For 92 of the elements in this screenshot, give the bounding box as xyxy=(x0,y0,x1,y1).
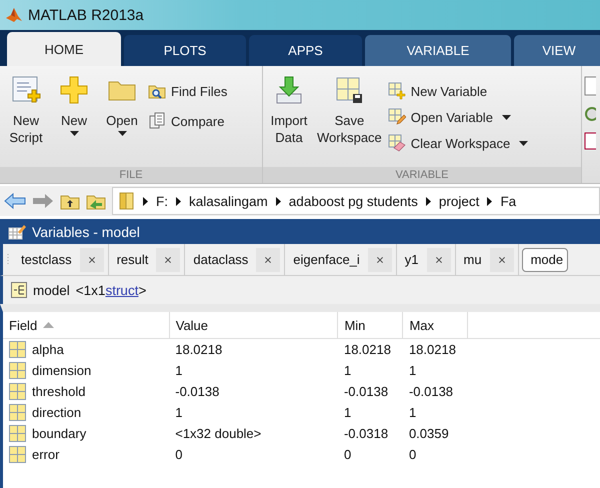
table-cell-text: <1x32 double> xyxy=(174,425,262,443)
field-name: error xyxy=(32,447,60,462)
field-name: threshold xyxy=(32,384,86,399)
table-cell-text: -0.0318 xyxy=(342,425,390,443)
document-icon xyxy=(584,76,596,96)
bracket-text: > xyxy=(138,282,146,298)
toolstrip-button[interactable]: Find Files xyxy=(148,82,228,100)
folder-icon xyxy=(119,191,135,211)
column-header[interactable]: Field xyxy=(3,312,170,338)
path-segment[interactable]: project xyxy=(438,194,480,208)
table-cell-text: 1 xyxy=(408,404,418,422)
field-name: alpha xyxy=(32,342,64,357)
table-cell-text: 0.0359 xyxy=(408,425,450,443)
grid-save-icon xyxy=(336,78,362,103)
ribbon-tab[interactable]: HOME xyxy=(7,32,121,66)
field-name: direction xyxy=(32,405,82,420)
chevron-icon xyxy=(426,196,431,206)
folder-icon xyxy=(108,82,136,100)
table-cell-text: 1 xyxy=(342,362,352,380)
close-icon[interactable] xyxy=(256,248,280,272)
column-header[interactable]: Max xyxy=(402,312,468,338)
struct-icon xyxy=(11,282,27,298)
chevron-icon xyxy=(487,196,492,206)
struct-field-icon xyxy=(9,383,26,400)
toolstrip-button[interactable]: Import Data xyxy=(267,74,311,146)
plus-icon xyxy=(60,76,88,104)
table-cell-text: -0.0138 xyxy=(174,383,220,401)
close-icon[interactable] xyxy=(80,248,104,272)
toolstrip-button[interactable]: Open xyxy=(100,74,144,136)
import-icon xyxy=(276,76,302,104)
toolstrip-button[interactable]: Clear Workspace xyxy=(388,134,528,152)
panel-title: Variables - model xyxy=(32,224,140,240)
table-cell-text: 0 xyxy=(174,446,184,464)
toolstrip-button[interactable]: Compare xyxy=(148,112,228,130)
variable-size: <1x1 xyxy=(76,282,106,298)
path-field[interactable]: F: kalasalingam adaboost pg students project Fa xyxy=(112,187,600,215)
toolstrip-button[interactable]: New Script xyxy=(4,74,48,146)
window-title: MATLAB R2013a xyxy=(28,6,144,24)
table-cell-text: -0.0138 xyxy=(342,383,390,401)
table-cell-text: 0 xyxy=(342,446,352,464)
close-icon[interactable] xyxy=(368,248,392,272)
toolstrip-button[interactable]: Save Workspace xyxy=(315,74,384,146)
struct-field-icon xyxy=(9,425,26,442)
table-cell-text: 1 xyxy=(408,362,418,380)
struct-field-icon xyxy=(9,404,26,421)
table-cell: 18.0218 xyxy=(169,338,338,360)
table-cell-text: 0 xyxy=(408,446,418,464)
class-link[interactable]: struct xyxy=(105,282,138,298)
path-segment[interactable]: adaboost pg students xyxy=(288,194,418,208)
grid-plus-icon xyxy=(388,82,406,100)
forward-icon[interactable] xyxy=(32,193,54,209)
table-cell: 18.0218 xyxy=(338,338,403,360)
column-header[interactable]: Value xyxy=(169,312,338,338)
path-segment[interactable]: kalasalingam xyxy=(189,194,268,208)
variable-name: model xyxy=(33,282,70,298)
field-name: dimension xyxy=(32,363,92,378)
chevron-icon xyxy=(176,196,181,206)
table-cell-text: 1 xyxy=(174,404,184,422)
path-segment[interactable]: Fa xyxy=(500,194,516,208)
struct-field-icon xyxy=(9,341,26,358)
section-label: VARIABLE xyxy=(263,167,581,183)
close-icon[interactable] xyxy=(156,248,180,272)
ribbon-tab[interactable]: VIEW xyxy=(514,35,600,66)
back-icon[interactable] xyxy=(4,193,26,209)
documents-icon xyxy=(148,112,166,130)
ribbon-tab[interactable]: VARIABLE xyxy=(365,35,511,66)
table-pencil-icon xyxy=(8,224,26,240)
section-label: FILE xyxy=(0,167,262,183)
toolstrip-button[interactable]: Open Variable xyxy=(388,108,528,126)
new-script-icon xyxy=(12,76,40,102)
close-icon[interactable] xyxy=(490,248,514,272)
ribbon-tab[interactable]: PLOTS xyxy=(124,35,246,66)
table-cell: 18.0218 xyxy=(402,338,468,360)
toolstrip-button[interactable]: New xyxy=(52,74,96,136)
table-cell-text: 1 xyxy=(342,404,352,422)
table-cell-text: -0.0138 xyxy=(408,383,454,401)
struct-field-icon xyxy=(9,446,26,463)
struct-field-icon xyxy=(9,362,26,379)
chevron-icon xyxy=(276,196,281,206)
document-tab[interactable]: mode xyxy=(522,248,568,272)
grid-eraser-icon xyxy=(388,134,406,152)
ribbon-tab[interactable]: APPS xyxy=(249,35,362,66)
toolstrip-button[interactable]: New Variable xyxy=(388,82,528,100)
table-cell-text: 1 xyxy=(174,362,184,380)
grid-pencil-icon xyxy=(388,108,406,126)
chevron-icon xyxy=(143,196,148,206)
path-segment[interactable]: F: xyxy=(156,194,168,208)
field-name: boundary xyxy=(32,426,86,441)
close-icon[interactable] xyxy=(426,248,451,272)
matlab-logo-icon xyxy=(6,7,22,23)
document-icon xyxy=(584,132,596,150)
column-header[interactable]: Min xyxy=(338,312,403,338)
